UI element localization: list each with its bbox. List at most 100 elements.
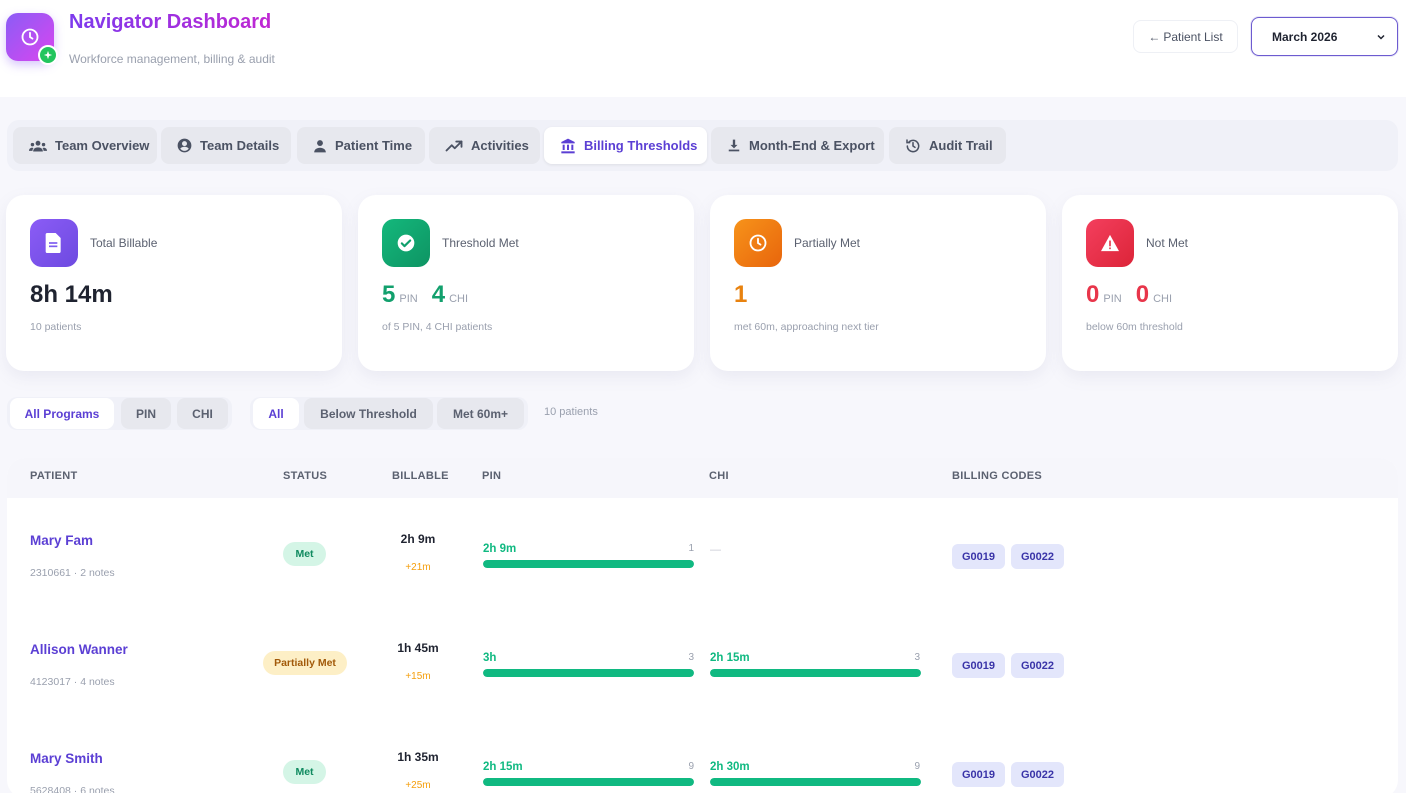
table-row[interactable]: Mary Smith 5628408 · 6 notes Met 1h 35m … [7, 718, 1398, 793]
card-label: Total Billable [90, 236, 158, 250]
tab-label: Audit Trail [929, 138, 993, 153]
partially-met-value: 1 [734, 281, 748, 308]
chi-progress-bar [710, 669, 921, 677]
pin-progress-fill [483, 669, 694, 677]
table-row[interactable]: Allison Wanner 4123017 · 4 notes Partial… [7, 609, 1398, 718]
table-row[interactable]: Mary Fam 2310661 · 2 notes Met 2h 9m +21… [7, 500, 1398, 609]
not-met-card: Not Met 0 PIN 0 CHI below 60m threshold [1062, 195, 1398, 371]
chi-progress-bar [710, 778, 921, 786]
filter-met-60m[interactable]: Met 60m+ [437, 398, 524, 429]
patient-name-link[interactable]: Mary Fam [30, 533, 93, 548]
pin-progress-bar [483, 778, 694, 786]
billing-code-badge: G0019 [952, 544, 1005, 569]
chi-time: 2h 30m [710, 761, 750, 773]
column-header-pin[interactable]: PIN [482, 470, 501, 482]
total-billable-card: Total Billable 8h 14m 10 patients [6, 195, 342, 371]
pin-progress-fill [483, 560, 694, 568]
chi-count: 3 [914, 652, 920, 663]
users-icon [29, 140, 47, 152]
pin-count: 3 [688, 652, 694, 663]
billable-delta: +15m [405, 671, 431, 682]
patient-name-link[interactable]: Mary Smith [30, 751, 103, 766]
threshold-met-card: Threshold Met 5 PIN 4 CHI of 5 PIN, 4 CHI … [358, 195, 694, 371]
page-title: Navigator Dashboard [69, 11, 272, 33]
pin-count: 0 [1086, 281, 1100, 308]
table-header: PATIENT STATUS BILLABLE PIN CHI BILLING … [7, 458, 1398, 498]
patient-meta: 4123017 · 4 notes [30, 676, 115, 688]
pin-count: 9 [688, 761, 694, 772]
patient-list-button[interactable]: ← Patient List [1133, 20, 1238, 53]
column-header-billable[interactable]: BILLABLE [392, 470, 449, 482]
tab-audit-trail[interactable]: Audit Trail [889, 127, 1006, 164]
filter-pin[interactable]: PIN [121, 398, 171, 429]
billing-code-badge: G0022 [1011, 762, 1064, 787]
bank-icon [561, 138, 575, 153]
partially-met-card: Partially Met 1 met 60m, approaching nex… [710, 195, 1046, 371]
month-select-value: March 2026 [1272, 29, 1338, 44]
pin-time: 3h [483, 652, 497, 664]
tab-team-details[interactable]: Team Details [161, 127, 291, 164]
filter-all-programs[interactable]: All Programs [10, 398, 114, 429]
sparkle-icon [38, 45, 58, 65]
pin-count: 1 [688, 543, 694, 554]
filter-all[interactable]: All [253, 398, 299, 429]
document-icon [30, 219, 78, 267]
card-label: Not Met [1146, 236, 1189, 250]
chevron-down-icon [1377, 34, 1385, 40]
tab-label: Team Overview [55, 138, 150, 153]
card-subtext: below 60m threshold [1086, 321, 1183, 333]
page-subtitle: Workforce management, billing & audit [69, 52, 275, 66]
card-label: Threshold Met [442, 236, 519, 250]
patient-name-link[interactable]: Allison Wanner [30, 642, 128, 657]
chi-empty: — [710, 544, 721, 556]
filter-below-threshold[interactable]: Below Threshold [304, 398, 433, 429]
chi-time: 2h 15m [710, 652, 750, 664]
patient-meta: 5628408 · 6 notes [30, 785, 115, 793]
pin-progress-bar [483, 669, 694, 677]
tab-label: Team Details [200, 138, 280, 153]
billing-code-badge: G0019 [952, 653, 1005, 678]
tab-patient-time[interactable]: Patient Time [297, 127, 425, 164]
status-filter: All Below Threshold Met 60m+ [250, 397, 528, 430]
tab-billing-thresholds[interactable]: Billing Thresholds [544, 127, 707, 164]
download-icon [728, 139, 740, 152]
warning-icon [1086, 219, 1134, 267]
chi-progress-fill [710, 778, 921, 786]
arrow-left-icon: ← [1148, 29, 1161, 44]
tab-team-overview[interactable]: Team Overview [13, 127, 157, 164]
patient-count: 10 patients [544, 406, 598, 418]
column-header-billing-codes[interactable]: BILLING CODES [952, 470, 1042, 482]
status-badge: Partially Met [263, 651, 347, 675]
clock-icon [734, 219, 782, 267]
column-header-status[interactable]: STATUS [283, 470, 327, 482]
patient-list-label: Patient List [1163, 29, 1223, 44]
billable-time: 1h 35m [397, 750, 439, 764]
status-badge: Met [283, 760, 326, 784]
trending-up-icon [445, 140, 463, 151]
patient-meta: 2310661 · 2 notes [30, 567, 115, 579]
billable-delta: +25m [405, 780, 431, 791]
status-badge: Met [283, 542, 326, 566]
card-subtext: met 60m, approaching next tier [734, 321, 879, 333]
billing-table: PATIENT STATUS BILLABLE PIN CHI BILLING … [7, 458, 1398, 793]
column-header-patient[interactable]: PATIENT [30, 470, 78, 482]
tab-bar: Team Overview Team Details Patient Time … [7, 120, 1398, 171]
billing-code-badge: G0019 [952, 762, 1005, 787]
filter-chi[interactable]: CHI [177, 398, 228, 429]
clock-icon [21, 28, 39, 46]
billing-code-badge: G0022 [1011, 653, 1064, 678]
pin-time: 2h 15m [483, 761, 523, 773]
not-met-value: 0 PIN 0 CHI [1086, 281, 1173, 308]
tab-activities[interactable]: Activities [429, 127, 540, 164]
chi-count: 9 [914, 761, 920, 772]
column-header-chi[interactable]: CHI [709, 470, 729, 482]
month-select[interactable]: March 2026 [1251, 17, 1398, 56]
pin-count: 5 [382, 281, 396, 308]
tab-label: Billing Thresholds [584, 138, 698, 153]
card-label: Partially Met [794, 236, 861, 250]
chi-count: 4 [431, 281, 446, 308]
billing-code-badge: G0022 [1011, 544, 1064, 569]
user-circle-icon [177, 138, 192, 153]
chi-progress-fill [710, 669, 921, 677]
tab-month-end-export[interactable]: Month-End & Export [711, 127, 884, 164]
